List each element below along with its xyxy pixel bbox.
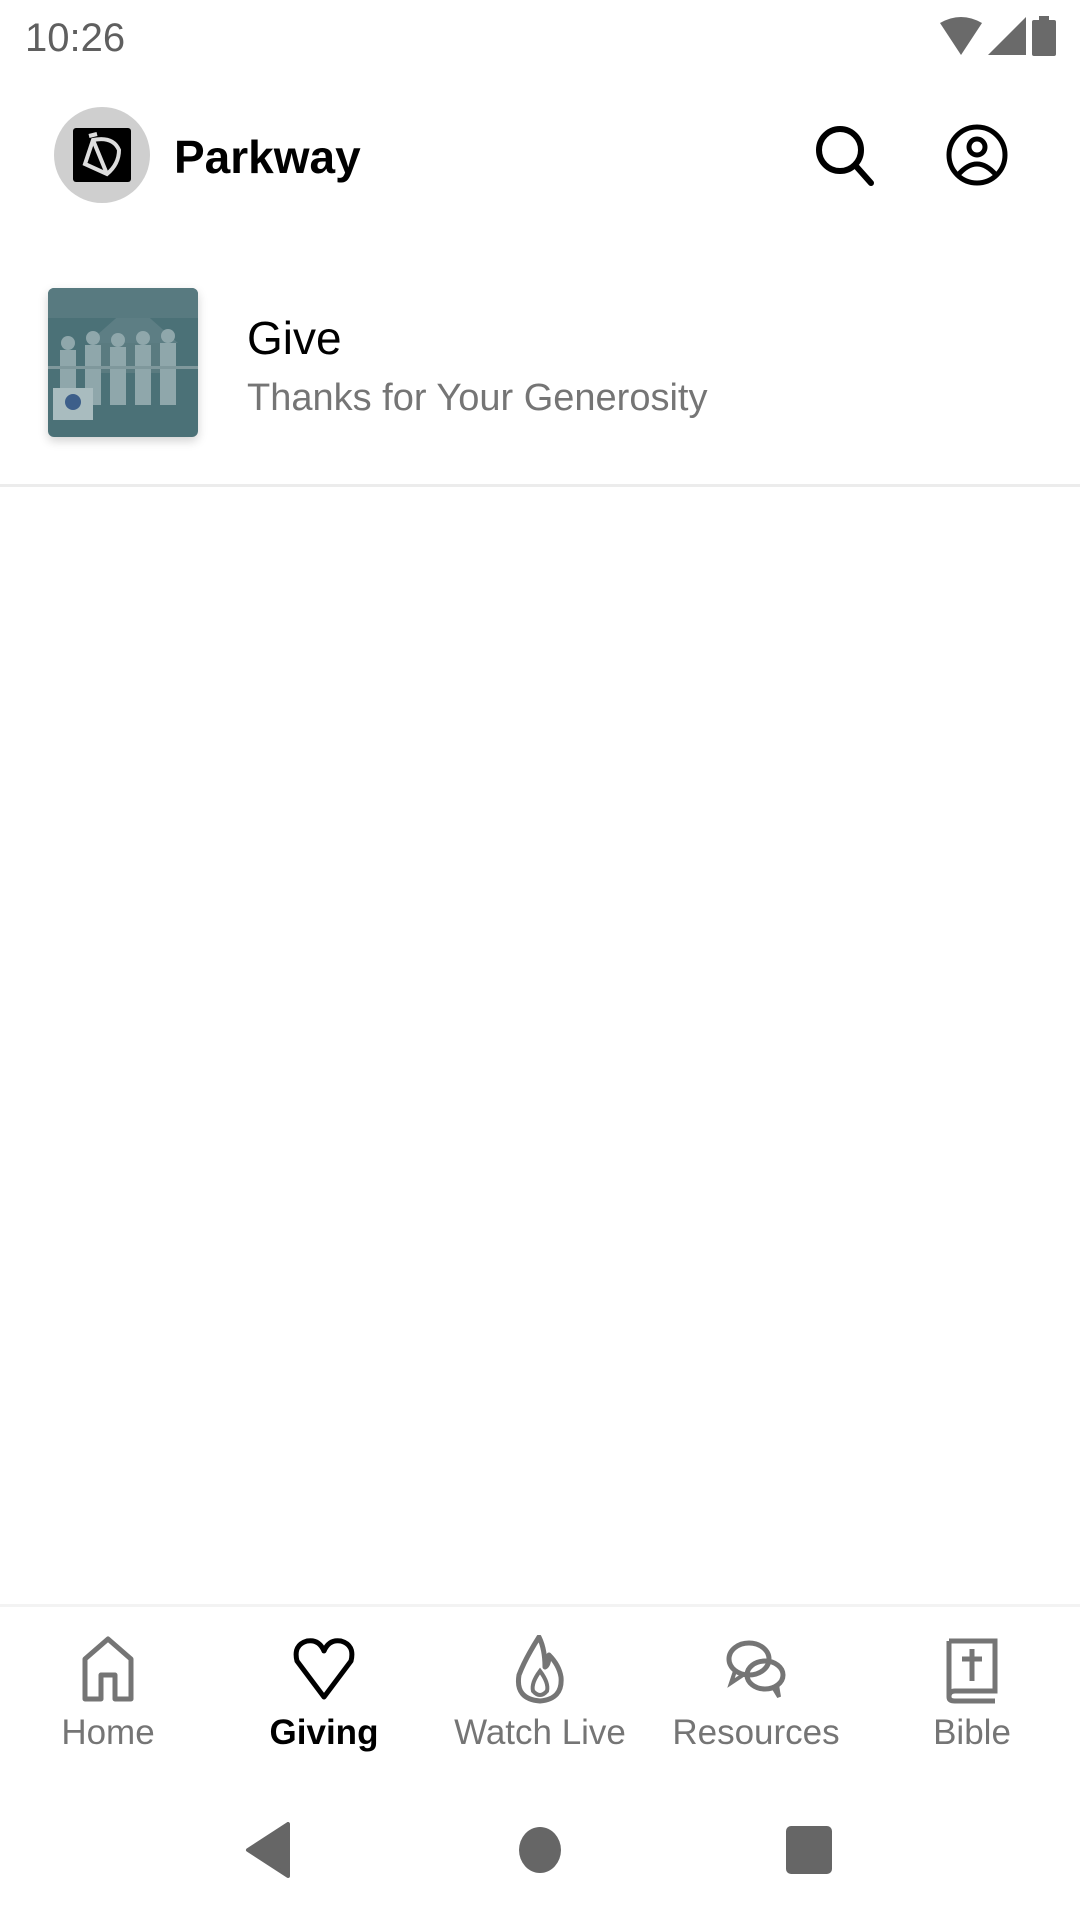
item-title: Give [247,312,342,364]
status-time: 10:26 [25,16,126,60]
tab-resources[interactable]: Resources [648,1607,864,1777]
tab-label: Watch Live [454,1713,626,1752]
system-navigation-bar [0,1790,1080,1920]
status-icons [940,16,1056,56]
bottom-navigation: Home Giving Watch Live Resources Bible [0,1604,1080,1777]
give-thumbnail [48,288,198,437]
tab-bible[interactable]: Bible [864,1607,1080,1777]
church-logo-avatar[interactable] [54,107,150,203]
app-title: Parkway [174,131,361,183]
tab-label: Resources [672,1713,840,1752]
tab-label: Bible [933,1713,1011,1752]
tab-watch-live[interactable]: Watch Live [432,1607,648,1777]
home-icon [82,1636,134,1702]
account-circle-icon [946,124,1008,186]
search-button[interactable] [809,119,881,191]
battery-icon [1032,16,1056,56]
heart-icon [293,1638,355,1700]
home-button-icon[interactable] [518,1826,562,1874]
bible-icon [946,1638,998,1704]
back-icon[interactable] [244,1822,292,1878]
tab-label: Home [61,1713,155,1752]
tab-home[interactable]: Home [0,1607,216,1777]
item-subtitle: Thanks for Your Generosity [247,377,708,419]
list-item-give[interactable]: Give Thanks for Your Generosity [0,260,1080,487]
flame-icon [515,1635,564,1704]
search-icon [816,126,874,186]
cellular-signal-icon [988,17,1026,55]
church-logo-icon [73,128,131,182]
wifi-icon [940,17,982,55]
recents-icon[interactable] [786,1826,832,1874]
chat-bubbles-icon [726,1640,786,1699]
profile-button[interactable] [941,119,1013,191]
group-photo-thumbnail [48,288,198,437]
tab-giving[interactable]: Giving [216,1607,432,1777]
tab-label: Giving [269,1713,379,1752]
